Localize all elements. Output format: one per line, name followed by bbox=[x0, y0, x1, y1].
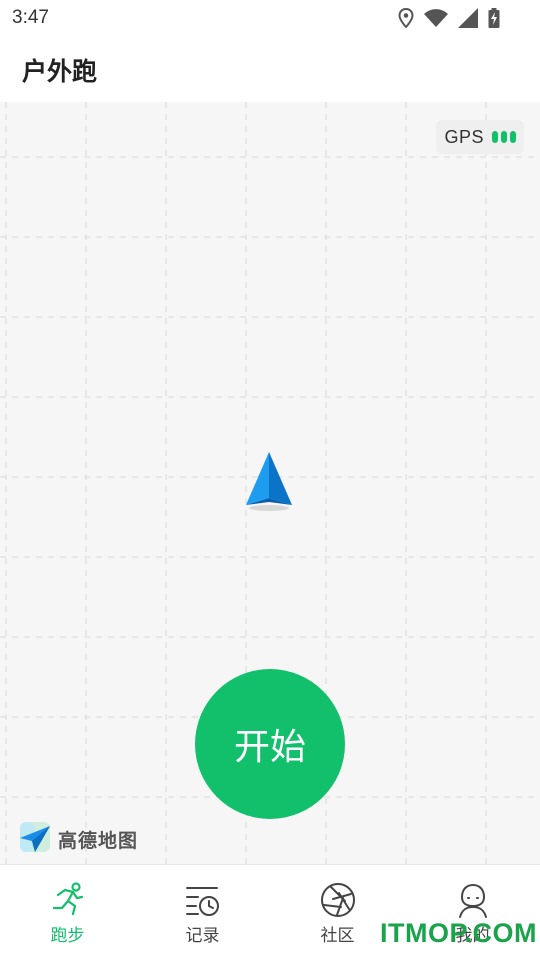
records-clock-icon bbox=[184, 881, 222, 919]
location-pin-icon bbox=[398, 8, 414, 28]
gps-bar bbox=[492, 131, 498, 143]
status-icons bbox=[398, 8, 500, 28]
navigation-arrow-icon bbox=[240, 448, 298, 512]
gps-label: GPS bbox=[444, 126, 484, 147]
map-brand-logo: 高德地图 bbox=[18, 822, 138, 856]
gps-signal-bars bbox=[492, 131, 516, 143]
signal-icon bbox=[458, 8, 478, 28]
watermark-text: ITMOP.COM bbox=[380, 918, 538, 948]
nav-item-run[interactable]: 跑步 bbox=[0, 865, 135, 960]
page-title: 户外跑 bbox=[22, 57, 98, 86]
amap-logo-icon bbox=[18, 820, 52, 858]
status-bar: 3:47 bbox=[0, 0, 540, 36]
map-brand-text: 高德地图 bbox=[58, 829, 139, 852]
gps-indicator: GPS bbox=[436, 120, 524, 154]
profile-person-icon bbox=[454, 881, 492, 919]
battery-charging-icon bbox=[488, 8, 500, 28]
nav-label: 跑步 bbox=[50, 926, 85, 946]
status-time: 3:47 bbox=[12, 7, 49, 28]
wifi-icon bbox=[424, 9, 448, 27]
nav-label: 记录 bbox=[185, 926, 220, 946]
app-header: 户外跑 bbox=[0, 36, 540, 102]
nav-item-records[interactable]: 记录 bbox=[135, 865, 270, 960]
gps-bar bbox=[510, 131, 516, 143]
runner-icon bbox=[49, 881, 87, 919]
map-view[interactable]: GPS 开始 高德地图 bbox=[0, 102, 540, 864]
gps-bar bbox=[501, 131, 507, 143]
start-run-button[interactable]: 开始 bbox=[195, 669, 345, 819]
community-aperture-icon bbox=[319, 881, 357, 919]
